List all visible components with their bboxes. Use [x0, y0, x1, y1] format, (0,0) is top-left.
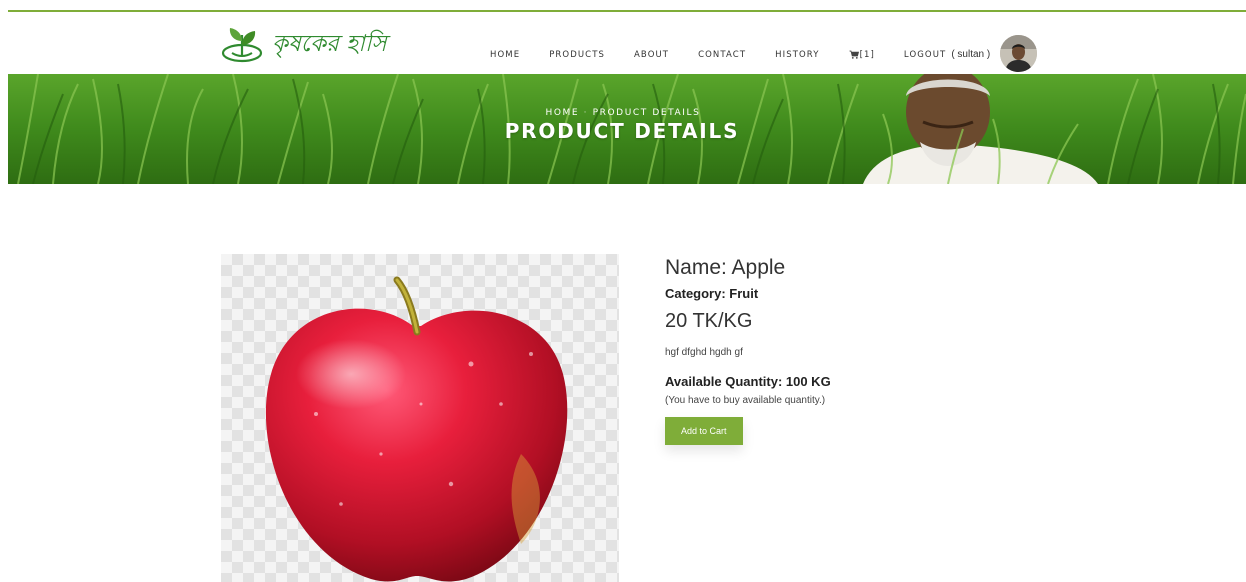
navbar: কৃষকের হাসি HOME PRODUCTS ABOUT CONTACT … — [0, 12, 1246, 74]
nav-history[interactable]: HISTORY — [775, 50, 819, 60]
cart-count: [1] — [859, 49, 875, 60]
product-details: Name: Apple Category: Fruit 20 TK/KG hgf… — [665, 256, 1065, 445]
product-description: hgf dfghd hgdh gf — [665, 347, 743, 358]
breadcrumb: HOME · PRODUCT DETAILS — [8, 108, 1242, 118]
username-label: ( sultan ) — [951, 49, 991, 60]
avatar[interactable] — [1000, 35, 1038, 72]
cart-icon — [849, 50, 859, 59]
brand-name: কৃষকের হাসি — [272, 30, 387, 57]
product-image — [221, 254, 619, 582]
page-banner: HOME · PRODUCT DETAILS PRODUCT DETAILS — [8, 74, 1246, 184]
brand-logo[interactable]: কৃষকের হাসি — [220, 22, 387, 66]
nav-about[interactable]: ABOUT — [634, 50, 669, 60]
breadcrumb-separator: · — [583, 108, 589, 118]
breadcrumb-current: PRODUCT DETAILS — [592, 108, 701, 118]
product-category: Category: Fruit — [665, 286, 759, 301]
nav-cart[interactable]: [1] — [849, 50, 875, 60]
quantity-note: (You have to buy available quantity.) — [665, 395, 826, 406]
add-to-cart-button[interactable]: Add to Cart — [665, 417, 743, 445]
user-avatar-icon — [1000, 35, 1038, 72]
main-menu: HOME PRODUCTS ABOUT CONTACT HISTORY [1] … — [490, 35, 1038, 72]
product-price: 20 TK/KG — [665, 310, 753, 332]
page-title: PRODUCT DETAILS — [504, 119, 740, 143]
nav-logout[interactable]: LOGOUT — [904, 50, 946, 60]
breadcrumb-home[interactable]: HOME — [545, 108, 579, 118]
nav-products[interactable]: PRODUCTS — [549, 50, 605, 60]
product-name: Name: Apple — [665, 256, 786, 279]
apple-image — [265, 276, 568, 582]
nav-home[interactable]: HOME — [490, 50, 520, 60]
nav-contact[interactable]: CONTACT — [698, 50, 746, 60]
available-quantity: Available Quantity: 100 KG — [665, 374, 831, 389]
leaf-logo-icon — [221, 28, 263, 63]
